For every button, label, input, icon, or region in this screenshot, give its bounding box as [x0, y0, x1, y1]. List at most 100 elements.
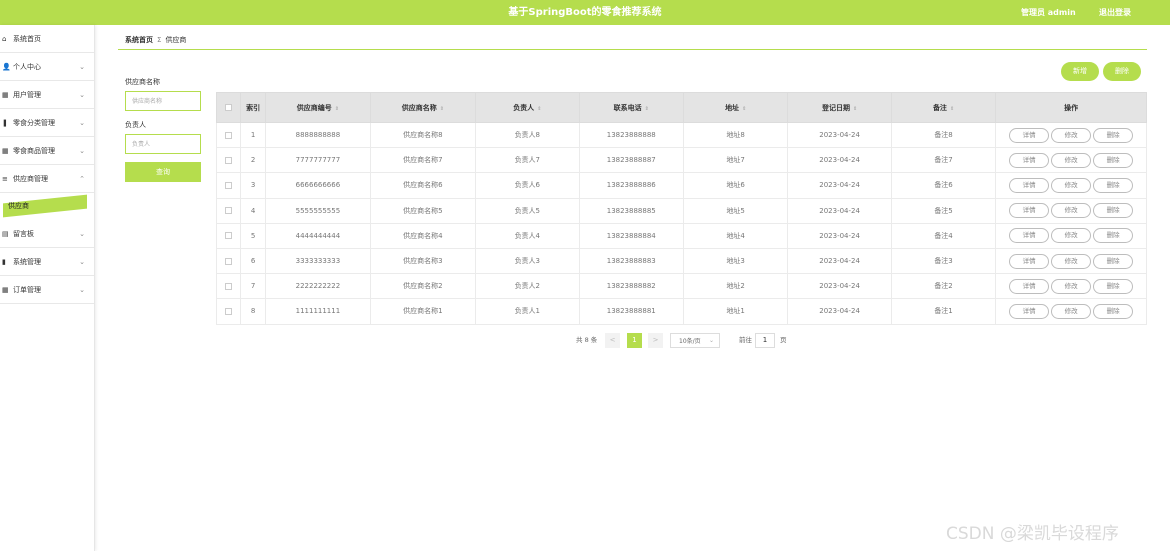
sidebar-item-2[interactable]: ▦ 用户管理 ⌄ [0, 81, 94, 109]
delete-button[interactable]: 删除 [1093, 152, 1134, 168]
sort-icon[interactable]: ⇕ [335, 106, 339, 112]
select-all-checkbox[interactable] [225, 104, 233, 111]
table-cell: 地址2 [682, 273, 789, 300]
row-checkbox[interactable] [225, 257, 233, 265]
sort-icon[interactable]: ⇕ [950, 106, 954, 112]
table-cell: 负责人8 [475, 121, 580, 149]
logout-button[interactable]: 退出登录 [1099, 0, 1131, 25]
detail-button[interactable]: 详情 [1009, 127, 1050, 143]
column-header-label: 负责人 [513, 103, 535, 112]
edit-button[interactable]: 修改 [1051, 177, 1092, 193]
supplier-name-input[interactable] [125, 91, 201, 111]
table-cell: 2 [240, 147, 267, 174]
column-header[interactable]: 负责人 ⇕ [475, 92, 580, 123]
sidebar: ⌂ 系统首页 👤 个人中心 ⌄ ▦ 用户管理 ⌄ ❚ 零食分类管理 ⌄ ▦ 零食商品管理 ⌄ ≡ 供应商管理 ⌃… [0, 25, 95, 551]
detail-button[interactable]: 详情 [1009, 253, 1050, 269]
detail-button[interactable]: 详情 [1009, 177, 1050, 193]
detail-button[interactable]: 详情 [1009, 278, 1050, 294]
table-row: 8 1111111111 供应商名称1 负责人1 13823888881 地址1 2023-… [215, 298, 1147, 325]
table-cell: 地址5 [682, 197, 789, 224]
table-cell: 备注7 [890, 147, 997, 174]
batch-delete-button[interactable]: 删除 [1103, 62, 1141, 81]
row-actions-cell: 详情 修改 删除 [995, 197, 1147, 224]
sort-icon[interactable]: ⇕ [853, 106, 857, 112]
goto-page-input[interactable]: 1 [755, 333, 775, 348]
add-button[interactable]: 新增 [1061, 62, 1099, 81]
table-cell: 5 [240, 222, 267, 249]
sidebar-item-1[interactable]: 👤 个人中心 ⌄ [0, 53, 94, 81]
page-1-button[interactable]: 1 [627, 333, 642, 348]
delete-button[interactable]: 删除 [1093, 203, 1134, 219]
row-checkbox[interactable] [225, 307, 233, 315]
delete-button[interactable]: 删除 [1093, 228, 1134, 244]
person-icon: 👤 [2, 63, 11, 71]
table-cell: 13823888887 [578, 147, 684, 174]
detail-button[interactable]: 详情 [1009, 203, 1050, 219]
table-cell: 3 [240, 172, 267, 199]
column-header[interactable]: 联系电话 ⇕ [578, 92, 684, 123]
row-actions-cell: 详情 修改 删除 [995, 147, 1147, 174]
person-input[interactable] [125, 134, 201, 154]
sidebar-item-8[interactable]: ▦ 订单管理 ⌄ [0, 276, 94, 304]
next-page-button[interactable]: > [648, 333, 663, 348]
row-actions-cell: 详情 修改 删除 [995, 121, 1147, 149]
table-cell: 8 [240, 298, 267, 325]
prev-page-button[interactable]: < [605, 333, 620, 348]
sort-icon[interactable]: ⇕ [440, 106, 444, 112]
detail-button[interactable]: 详情 [1009, 152, 1050, 168]
table-cell: 2023-04-24 [787, 298, 892, 325]
column-header: 操作 [995, 92, 1147, 123]
edit-button[interactable]: 修改 [1051, 278, 1092, 294]
table-cell: 负责人5 [475, 197, 580, 224]
sidebar-item-5[interactable]: ≡ 供应商管理 ⌃ [0, 165, 94, 193]
edit-button[interactable]: 修改 [1051, 303, 1092, 319]
edit-button[interactable]: 修改 [1051, 152, 1092, 168]
sort-icon[interactable]: ⇕ [742, 106, 746, 112]
sidebar-subitem-supplier[interactable]: 供应商 [8, 201, 29, 211]
sidebar-item-0[interactable]: ⌂ 系统首页 [0, 25, 94, 53]
sidebar-item-4[interactable]: ▦ 零食商品管理 ⌄ [0, 137, 94, 165]
edit-button[interactable]: 修改 [1051, 253, 1092, 269]
breadcrumb-home[interactable]: 系统首页 [125, 36, 153, 44]
edit-button[interactable]: 修改 [1051, 228, 1092, 244]
row-checkbox[interactable] [225, 282, 233, 290]
table-cell: 13823888888 [578, 121, 684, 149]
column-header[interactable]: 备注 ⇕ [890, 92, 997, 123]
row-checkbox[interactable] [225, 156, 233, 164]
sidebar-item-6[interactable]: ▤ 留言板 ⌄ [0, 220, 94, 248]
delete-button[interactable]: 删除 [1093, 278, 1134, 294]
table-cell: 备注5 [890, 197, 997, 224]
table-cell: 备注8 [890, 121, 997, 149]
delete-button[interactable]: 删除 [1093, 303, 1134, 319]
table-cell: 4 [240, 197, 267, 224]
column-header[interactable]: 地址 ⇕ [682, 92, 789, 123]
row-checkbox[interactable] [225, 232, 233, 240]
column-header[interactable]: 供应商名称 ⇕ [369, 92, 477, 123]
delete-button[interactable]: 删除 [1093, 177, 1134, 193]
delete-button[interactable]: 删除 [1093, 253, 1134, 269]
sidebar-item-3[interactable]: ❚ 零食分类管理 ⌄ [0, 109, 94, 137]
delete-button[interactable]: 删除 [1093, 127, 1134, 143]
table-cell: 6666666666 [265, 172, 371, 199]
detail-button[interactable]: 详情 [1009, 228, 1050, 244]
chevron-down-icon: ⌄ [79, 258, 85, 266]
row-checkbox[interactable] [225, 131, 233, 139]
column-header[interactable]: 供应商编号 ⇕ [265, 92, 371, 123]
sort-icon[interactable]: ⇕ [537, 106, 541, 112]
detail-button[interactable]: 详情 [1009, 303, 1050, 319]
edit-button[interactable]: 修改 [1051, 127, 1092, 143]
list-icon: ≡ [2, 175, 8, 183]
table-cell: 负责人2 [475, 273, 580, 300]
table-cell: 供应商名称8 [369, 121, 477, 149]
select-all-cell [215, 92, 242, 123]
row-checkbox[interactable] [225, 181, 233, 189]
row-checkbox[interactable] [225, 207, 233, 215]
sort-icon[interactable]: ⇕ [645, 106, 649, 112]
search-button[interactable]: 查询 [125, 162, 201, 182]
edit-button[interactable]: 修改 [1051, 203, 1092, 219]
top-bar: 基于SpringBoot的零食推荐系统 管理员 admin 退出登录 [0, 0, 1170, 25]
page-size-select[interactable]: 10条/页 ⌄ [670, 333, 720, 348]
table-cell: 2222222222 [265, 273, 371, 300]
sidebar-item-7[interactable]: ▮ 系统管理 ⌄ [0, 248, 94, 276]
column-header[interactable]: 登记日期 ⇕ [787, 92, 892, 123]
